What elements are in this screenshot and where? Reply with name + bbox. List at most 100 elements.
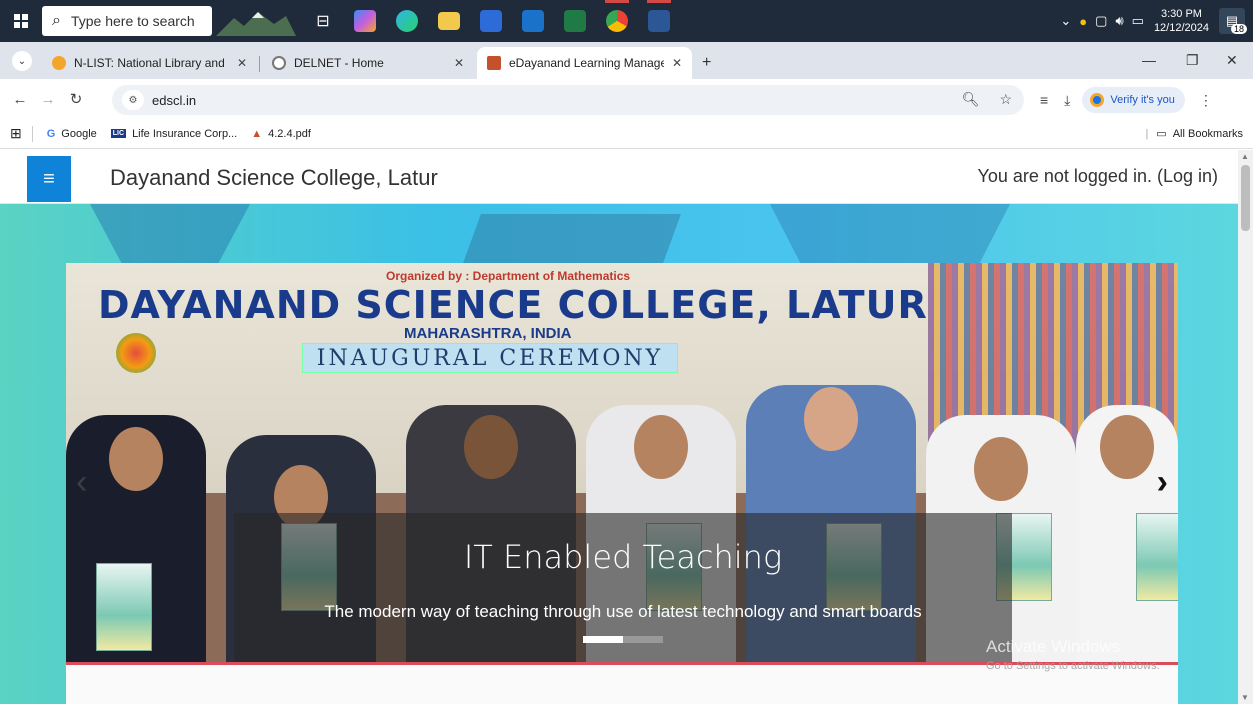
caption-text: The modern way of teaching through use o… <box>324 602 922 621</box>
carousel-caption: IT Enabled Teaching The modern way of te… <box>234 513 1012 665</box>
site-info-icon[interactable]: ⚙ <box>122 90 144 110</box>
carousel-next-chevron-icon[interactable]: › <box>1157 463 1168 502</box>
banner-organized-text: Organized by : Department of Mathematics <box>386 269 631 283</box>
bookmark-lic[interactable]: LIC Life Insurance Corp... <box>110 127 238 140</box>
banner-ceremony-text: INAUGURAL CEREMONY <box>302 343 678 373</box>
activate-windows-watermark: Activate Windows Go to Settings to activ… <box>986 637 1160 672</box>
tab-edayanand[interactable]: eDayanand Learning Manageme ✕ <box>477 47 692 79</box>
search-highlight-image[interactable] <box>216 6 296 36</box>
scroll-down-arrow-icon[interactable]: ▼ <box>1241 693 1249 702</box>
windows-taskbar: ⌕ Type here to search ⊟ ⌄ ● ▢ 🔊︎ ▭ 3:30 … <box>0 0 1253 42</box>
menu-kebab-icon[interactable]: ⋮ <box>1199 92 1213 109</box>
tab-close-icon[interactable]: ✕ <box>672 56 682 70</box>
clock-date: 12/12/2024 <box>1153 22 1209 34</box>
chevron-up-icon[interactable]: ⌄ <box>1060 13 1071 29</box>
taskbar-chrome-icon[interactable] <box>599 0 635 42</box>
taskbar-edge-icon[interactable] <box>389 0 425 42</box>
verify-label: Verify it's you <box>1110 94 1175 106</box>
taskbar-search-placeholder: Type here to search <box>70 13 195 29</box>
download-icon[interactable]: ⤓ <box>1064 92 1070 109</box>
tab-separator <box>259 56 260 72</box>
tab-nlist[interactable]: N-LIST: National Library and Inf ✕ <box>42 47 257 79</box>
scroll-up-arrow-icon[interactable]: ▲ <box>1241 152 1249 161</box>
back-arrow-icon[interactable]: ← <box>6 91 34 108</box>
system-tray: ⌄ ● ▢ 🔊︎ ▭ 3:30 PM 12/12/2024 ▤ 18 <box>1056 0 1253 42</box>
bookmark-google[interactable]: G Google <box>47 128 97 140</box>
folder-icon: ▭ <box>1156 128 1167 140</box>
windows-start-button[interactable] <box>0 0 42 42</box>
clock-time: 3:30 PM <box>1160 8 1202 20</box>
notification-badge: 18 <box>1230 24 1247 34</box>
hamburger-menu-icon[interactable]: ≡ <box>27 156 71 202</box>
taskbar-clock[interactable]: 3:30 PM 12/12/2024 <box>1154 7 1209 35</box>
watermark-line2: Go to Settings to activate Windows. <box>986 660 1160 672</box>
search-icon: ⌕ <box>52 12 61 29</box>
network-icon[interactable]: ▭ <box>1132 13 1144 29</box>
norton-icon[interactable]: ● <box>1079 14 1087 29</box>
new-tab-plus-icon[interactable]: + <box>702 54 711 72</box>
notification-center-button[interactable]: ▤ 18 <box>1219 8 1247 34</box>
login-link[interactable]: You are not logged in. (Log in) <box>977 166 1218 187</box>
all-bookmarks-button[interactable]: | ▭ All Bookmarks <box>1145 127 1243 141</box>
url-text: edscl.in <box>152 92 197 108</box>
bookmark-pdf[interactable]: ▲ 4.2.4.pdf <box>251 128 311 140</box>
taskbar-task-view-icon[interactable]: ⊟ <box>305 0 341 42</box>
web-page: ≡ Dayanand Science College, Latur You ar… <box>0 150 1253 704</box>
carousel-indicator[interactable] <box>623 636 663 643</box>
tab-close-icon[interactable]: ✕ <box>237 56 247 70</box>
zoom-icon[interactable]: 🔍︎ <box>962 91 980 107</box>
address-bar[interactable]: ⚙ edscl.in 🔍︎ ☆ <box>112 85 1024 115</box>
carousel-indicators <box>583 636 663 643</box>
globe-icon <box>272 56 286 70</box>
taskbar-search-box[interactable]: ⌕ Type here to search <box>42 6 212 36</box>
tab-close-icon[interactable]: ✕ <box>454 56 464 70</box>
site-title[interactable]: Dayanand Science College, Latur <box>110 165 438 191</box>
bookmark-separator <box>31 125 33 142</box>
taskbar-outlook-icon[interactable] <box>515 0 551 42</box>
banner-heading: DAYANAND SCIENCE COLLEGE, LATUR <box>98 283 928 327</box>
taskbar-word-icon[interactable] <box>641 0 677 42</box>
all-bookmarks-label: All Bookmarks <box>1172 127 1243 140</box>
taskbar-excel-icon[interactable] <box>557 0 593 42</box>
carousel-indicator[interactable] <box>583 636 623 643</box>
forward-arrow-icon[interactable]: → <box>34 91 62 108</box>
watermark-line1: Activate Windows <box>986 637 1121 656</box>
reload-icon[interactable]: ↻ <box>62 90 90 108</box>
bookmark-star-icon[interactable]: ☆ <box>999 91 1012 107</box>
banner-subheading: MAHARASHTRA, INDIA <box>404 325 572 342</box>
taskbar-store-icon[interactable] <box>473 0 509 42</box>
nlist-favicon-icon <box>52 56 66 70</box>
carousel-slide: Organized by : Department of Mathematics… <box>66 263 1178 665</box>
pdf-icon: ▲ <box>251 127 263 140</box>
bookmark-label: Google <box>61 127 97 140</box>
verify-profile-button[interactable]: Verify it's you <box>1082 87 1185 113</box>
taskbar-file-explorer-icon[interactable] <box>431 0 467 42</box>
profile-icon <box>1090 93 1105 107</box>
mountain-icon <box>216 12 296 36</box>
bookmark-label: Life Insurance Corp... <box>132 127 238 140</box>
close-window-icon[interactable]: ✕ <box>1226 52 1238 69</box>
page-scrollbar[interactable]: ▲ ▼ <box>1238 150 1253 704</box>
scrollbar-thumb[interactable] <box>1241 165 1250 231</box>
google-icon: G <box>46 127 56 140</box>
taskbar-copilot-icon[interactable] <box>347 0 383 42</box>
lic-icon: LIC <box>110 129 127 138</box>
restore-icon[interactable]: ❐ <box>1186 52 1199 69</box>
tab-delnet[interactable]: DELNET - Home ✕ <box>262 47 474 79</box>
browser-tab-strip: ⌄ N-LIST: National Library and Inf ✕ DEL… <box>0 42 1253 79</box>
tab-title: eDayanand Learning Manageme <box>509 56 664 70</box>
browser-toolbar: ← → ↻ ⚙ edscl.in 🔍︎ ☆ ≡ ⤓ Verify it's yo… <box>0 79 1253 119</box>
caption-title: IT Enabled Teaching <box>463 538 783 576</box>
apps-grid-icon[interactable]: ⊞ <box>10 125 22 142</box>
carousel-prev-chevron-icon[interactable]: ‹ <box>76 463 87 502</box>
taskbar-apps: ⊟ <box>302 0 680 42</box>
minimize-icon[interactable]: — <box>1142 52 1156 68</box>
tab-title: DELNET - Home <box>294 56 384 70</box>
windows-logo-icon <box>14 14 28 28</box>
bookmarks-bar: ⊞ G Google LIC Life Insurance Corp... ▲ … <box>0 119 1253 149</box>
site-navbar: ≡ Dayanand Science College, Latur You ar… <box>0 150 1238 204</box>
battery-icon[interactable]: ▢ <box>1095 13 1107 29</box>
reading-list-icon[interactable]: ≡ <box>1040 92 1048 108</box>
tab-search-chevron-icon[interactable]: ⌄ <box>12 51 32 71</box>
volume-icon[interactable]: 🔊︎ <box>1115 13 1123 29</box>
